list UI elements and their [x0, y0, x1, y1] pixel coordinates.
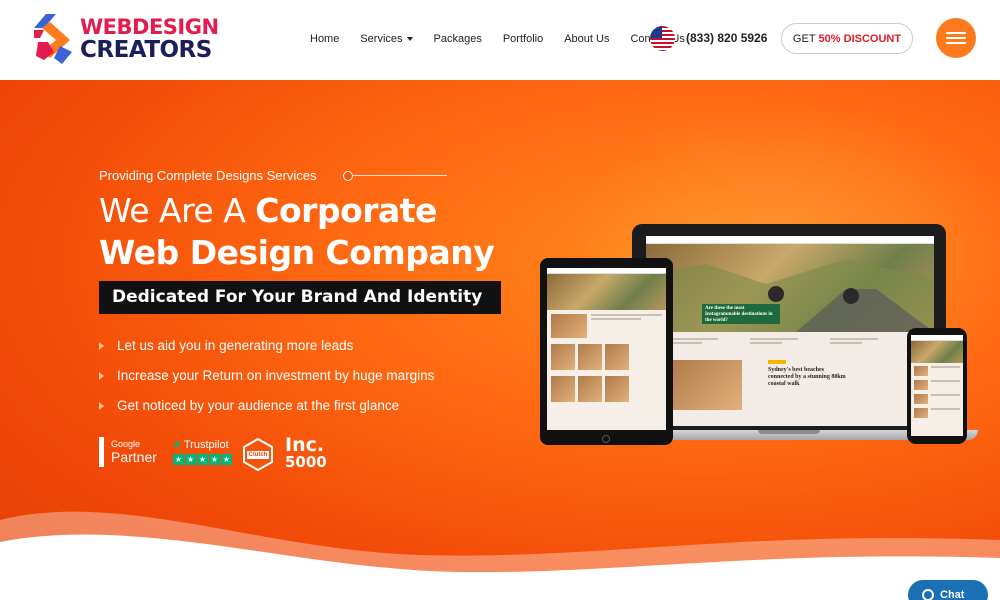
- hero-section: Providing Complete Designs Services We A…: [0, 80, 1000, 600]
- discount-accent: 50% DISCOUNT: [818, 32, 902, 45]
- chat-button[interactable]: Chat: [908, 580, 988, 600]
- laptop-story-title: Sydney's best beaches connected by a stu…: [768, 367, 846, 387]
- clutch-label: Clutch: [248, 452, 268, 458]
- heading-bold-2: Web Design Company: [99, 233, 495, 272]
- clutch-badge: Clutch: [243, 437, 273, 472]
- nav-home[interactable]: Home: [310, 30, 339, 48]
- tablet-screen: [547, 268, 666, 430]
- discount-button[interactable]: GET 50% DISCOUNT: [781, 23, 913, 54]
- inc-number: 5000: [285, 453, 327, 471]
- chevron-down-icon: [406, 37, 413, 42]
- hero-eyebrow: Providing Complete Designs Services: [99, 168, 317, 183]
- logo-line-2: CREATORS: [80, 36, 212, 63]
- eyebrow-divider: [343, 175, 447, 176]
- caret-right-icon: [99, 342, 104, 350]
- bullet-text: Get noticed by your audience at the firs…: [117, 398, 400, 413]
- hero-heading: We Are A Corporate Web Design Company: [99, 190, 495, 274]
- site-logo[interactable]: WEBDESIGN CREATORS: [32, 12, 219, 66]
- nav-portfolio[interactable]: Portfolio: [503, 30, 543, 48]
- nav-packages[interactable]: Packages: [434, 30, 482, 48]
- logo-mark-icon: [32, 12, 76, 66]
- nav-about-us[interactable]: About Us: [564, 30, 609, 48]
- main-nav: Home Services Packages Portfolio About U…: [310, 30, 706, 48]
- caret-right-icon: [99, 402, 104, 410]
- phone-number[interactable]: (833) 820 5926: [686, 31, 767, 45]
- list-item: Let us aid you in generating more leads: [99, 337, 434, 367]
- laptop-headline: Are these the most Instagrammable destin…: [702, 304, 780, 324]
- laptop-screen: Are these the most Instagrammable destin…: [646, 236, 934, 426]
- eyebrow-dot-icon: [343, 171, 353, 181]
- list-item: Increase your Return on investment by hu…: [99, 367, 434, 397]
- background-decoration: [700, 168, 708, 196]
- us-flag-icon: [650, 26, 675, 51]
- partner-label: Partner: [111, 449, 157, 465]
- list-item: Get noticed by your audience at the firs…: [99, 397, 434, 427]
- wave-divider: [0, 511, 1000, 600]
- bullet-text: Let us aid you in generating more leads: [117, 338, 354, 353]
- site-header: WEBDESIGN CREATORS Home Services Package…: [0, 0, 1000, 80]
- trustpilot-star-icon: ★: [172, 439, 182, 451]
- hamburger-menu-icon[interactable]: [936, 18, 976, 58]
- chat-label: Chat: [940, 589, 965, 600]
- bullet-text: Increase your Return on investment by hu…: [117, 368, 435, 383]
- google-partner-badge: Google Partner: [99, 436, 165, 468]
- rating-stars-icon: ★ ★ ★ ★ ★: [173, 454, 232, 465]
- hero-tagline: Dedicated For Your Brand And Identity: [99, 281, 501, 314]
- trustpilot-label: Trustpilot: [183, 439, 229, 451]
- nav-services-label: Services: [360, 33, 403, 45]
- discount-prefix: GET: [792, 32, 816, 45]
- caret-right-icon: [99, 372, 104, 380]
- chat-bubble-icon: [922, 589, 934, 600]
- heading-light: We Are A: [99, 191, 246, 230]
- logo-line-1: WEBDESIGN: [80, 14, 219, 39]
- inc-5000-badge: Inc. 5000: [285, 436, 335, 470]
- google-label: Google: [111, 439, 141, 449]
- nav-services[interactable]: Services: [360, 30, 413, 48]
- heading-bold-1: Corporate: [255, 191, 437, 230]
- phone-screen: [911, 335, 963, 436]
- hero-bullet-list: Let us aid you in generating more leads …: [99, 337, 434, 427]
